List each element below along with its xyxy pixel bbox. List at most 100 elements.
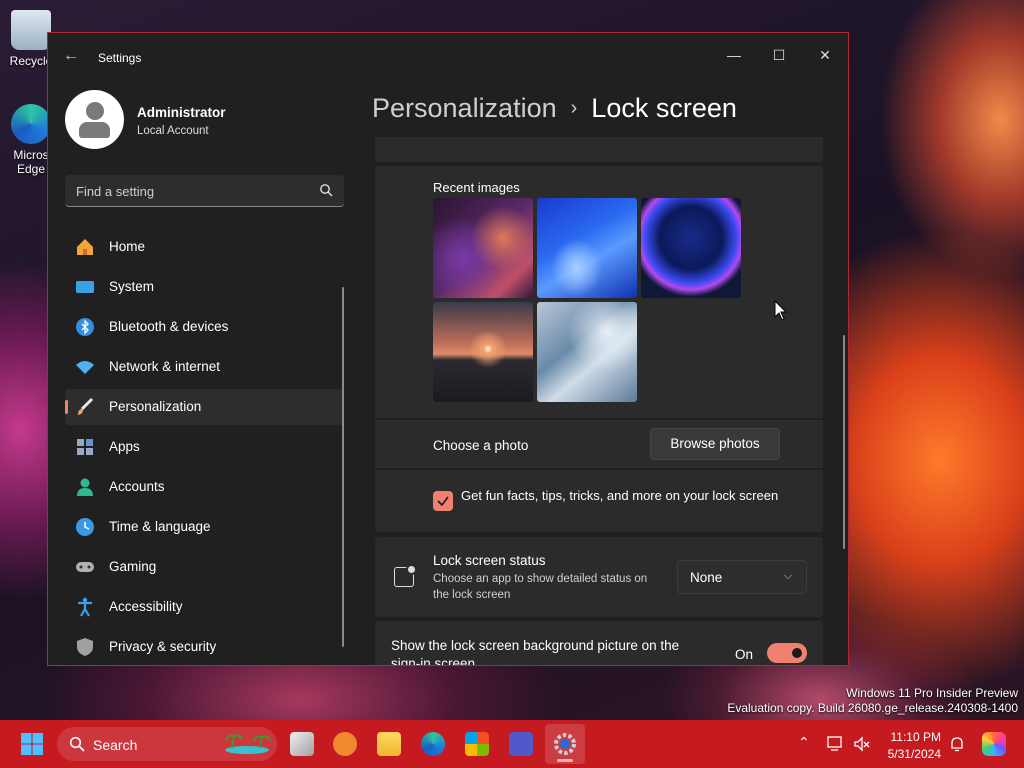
recycle-bin-icon xyxy=(11,10,51,50)
mouse-cursor-icon xyxy=(774,300,788,321)
checkmark-icon xyxy=(437,496,449,507)
sidebar-item-label: Home xyxy=(109,239,146,254)
sidebar-item-time-language[interactable]: Time & language xyxy=(65,509,344,545)
sidebar-item-system[interactable]: System xyxy=(65,269,344,305)
sidebar-item-label: System xyxy=(109,279,155,294)
sidebar-item-accounts[interactable]: Accounts xyxy=(65,469,344,505)
widgets-icon[interactable] xyxy=(333,732,357,756)
clock-time: 11:10 PM xyxy=(890,730,941,744)
breadcrumb: Personalization › Lock screen xyxy=(372,93,737,124)
breadcrumb-separator: › xyxy=(570,97,578,119)
choose-photo-label: Choose a photo xyxy=(433,438,529,453)
dropdown-value: None xyxy=(690,570,723,585)
sidebar-item-bluetooth[interactable]: Bluetooth & devices xyxy=(65,309,344,345)
recent-image-thumbnail[interactable] xyxy=(641,198,741,298)
back-arrow-icon[interactable]: ← xyxy=(63,47,79,65)
fun-facts-row: Get fun facts, tips, tricks, and more on… xyxy=(375,470,823,532)
system-icon xyxy=(76,281,94,293)
signin-background-card: Show the lock screen background picture … xyxy=(375,621,823,666)
evaluation-watermark: Windows 11 Pro Insider Preview Evaluatio… xyxy=(727,686,1018,715)
sidebar-item-label: Accessibility xyxy=(109,599,183,614)
network-icon[interactable] xyxy=(827,735,845,753)
signin-background-label: Show the lock screen background picture … xyxy=(391,638,680,666)
brush-icon xyxy=(78,397,94,415)
shield-icon xyxy=(77,638,93,656)
volume-muted-icon[interactable] xyxy=(853,735,871,753)
microsoft-store-icon[interactable] xyxy=(465,732,489,756)
sidebar-item-label: Personalization xyxy=(109,399,202,414)
lock-screen-status-dropdown[interactable]: None ⌵ xyxy=(677,560,807,594)
recent-image-thumbnail[interactable] xyxy=(433,198,533,298)
search-icon xyxy=(69,736,85,752)
browse-photos-button[interactable]: Browse photos xyxy=(650,428,780,460)
minimize-button[interactable]: — xyxy=(711,39,757,71)
fun-facts-checkbox[interactable] xyxy=(433,491,453,511)
sidebar-item-label: Privacy & security xyxy=(109,639,217,654)
previous-setting-card xyxy=(375,137,823,162)
sidebar-item-gaming[interactable]: Gaming xyxy=(65,549,344,585)
sidebar-item-label: Time & language xyxy=(109,519,211,534)
notification-bell-icon[interactable] xyxy=(948,735,966,753)
teams-icon[interactable] xyxy=(509,732,533,756)
search-input[interactable]: Find a setting xyxy=(65,175,344,207)
settings-window: ← Settings — ☐ ✕ Administrator Local Acc… xyxy=(47,32,849,666)
toggle-state-label: On xyxy=(735,647,754,662)
lock-screen-status-title: Lock screen status xyxy=(433,553,546,568)
task-view-icon[interactable] xyxy=(290,732,314,756)
start-windows-icon[interactable] xyxy=(20,732,44,756)
bluetooth-icon xyxy=(76,318,94,336)
recent-image-thumbnail[interactable] xyxy=(537,198,637,298)
settings-gear-icon xyxy=(554,733,576,755)
edge-icon xyxy=(11,104,51,144)
sidebar-item-network[interactable]: Network & internet xyxy=(65,349,344,385)
taskbar-search-box[interactable]: Search xyxy=(57,727,277,761)
page-title: Lock screen xyxy=(591,93,737,123)
fun-facts-label: Get fun facts, tips, tricks, and more on… xyxy=(461,488,779,503)
main-content: Personalization › Lock screen Recent image… xyxy=(354,79,848,665)
lock-screen-status-description: Choose an app to show detailed status on… xyxy=(433,573,648,601)
file-explorer-icon[interactable] xyxy=(377,732,401,756)
sidebar-scrollbar[interactable] xyxy=(342,287,344,647)
recent-images-label: Recent images xyxy=(433,180,520,195)
avatar[interactable] xyxy=(65,90,124,149)
sidebar-item-home[interactable]: Home xyxy=(65,229,344,265)
taskbar: Search ⌃ 11:10 PM 5/31/2024 xyxy=(0,720,1024,768)
taskbar-settings-active[interactable] xyxy=(545,724,585,764)
sidebar-item-privacy-security[interactable]: Privacy & security xyxy=(65,629,344,665)
taskbar-search-label: Search xyxy=(93,737,138,753)
chevron-down-icon: ⌵ xyxy=(783,570,792,582)
sidebar-item-label: Gaming xyxy=(109,559,157,574)
wifi-icon xyxy=(76,361,94,374)
search-highlight-icon xyxy=(225,734,271,754)
clock-date: 5/31/2024 xyxy=(887,747,941,761)
copilot-icon[interactable] xyxy=(982,732,1006,756)
sidebar-item-label: Bluetooth & devices xyxy=(109,319,229,334)
choose-photo-row: Choose a photo Browse photos xyxy=(375,420,823,468)
sidebar-item-label: Apps xyxy=(109,439,140,454)
signin-background-toggle[interactable] xyxy=(767,643,807,663)
sidebar-item-personalization[interactable]: Personalization xyxy=(65,389,344,425)
recent-image-thumbnail[interactable] xyxy=(433,302,533,402)
window-title: Settings xyxy=(98,51,142,65)
recent-images-card: Recent images xyxy=(375,166,823,418)
sidebar-item-apps[interactable]: Apps xyxy=(65,429,344,465)
search-placeholder: Find a setting xyxy=(76,184,155,199)
globe-clock-icon xyxy=(76,518,94,536)
content-scrollbar[interactable] xyxy=(843,335,845,549)
lock-screen-status-card: Lock screen status Choose an app to show… xyxy=(375,537,823,617)
maximize-button[interactable]: ☐ xyxy=(756,39,802,71)
clock[interactable]: 11:10 PM 5/31/2024 xyxy=(883,729,941,763)
title-bar[interactable]: ← Settings — ☐ ✕ xyxy=(48,33,848,79)
tray-overflow-chevron-icon[interactable]: ⌃ xyxy=(798,734,810,751)
controller-icon xyxy=(76,562,94,572)
sidebar: Administrator Local Account Find a setti… xyxy=(48,79,354,665)
apps-icon xyxy=(77,439,93,455)
recent-image-thumbnail[interactable] xyxy=(537,302,637,402)
accessibility-icon xyxy=(78,597,92,617)
user-name: Administrator xyxy=(137,105,226,120)
user-account-type: Local Account xyxy=(137,125,209,137)
sidebar-item-accessibility[interactable]: Accessibility xyxy=(65,589,344,625)
breadcrumb-parent[interactable]: Personalization xyxy=(372,93,557,123)
close-button[interactable]: ✕ xyxy=(802,39,848,71)
edge-icon[interactable] xyxy=(421,732,445,756)
